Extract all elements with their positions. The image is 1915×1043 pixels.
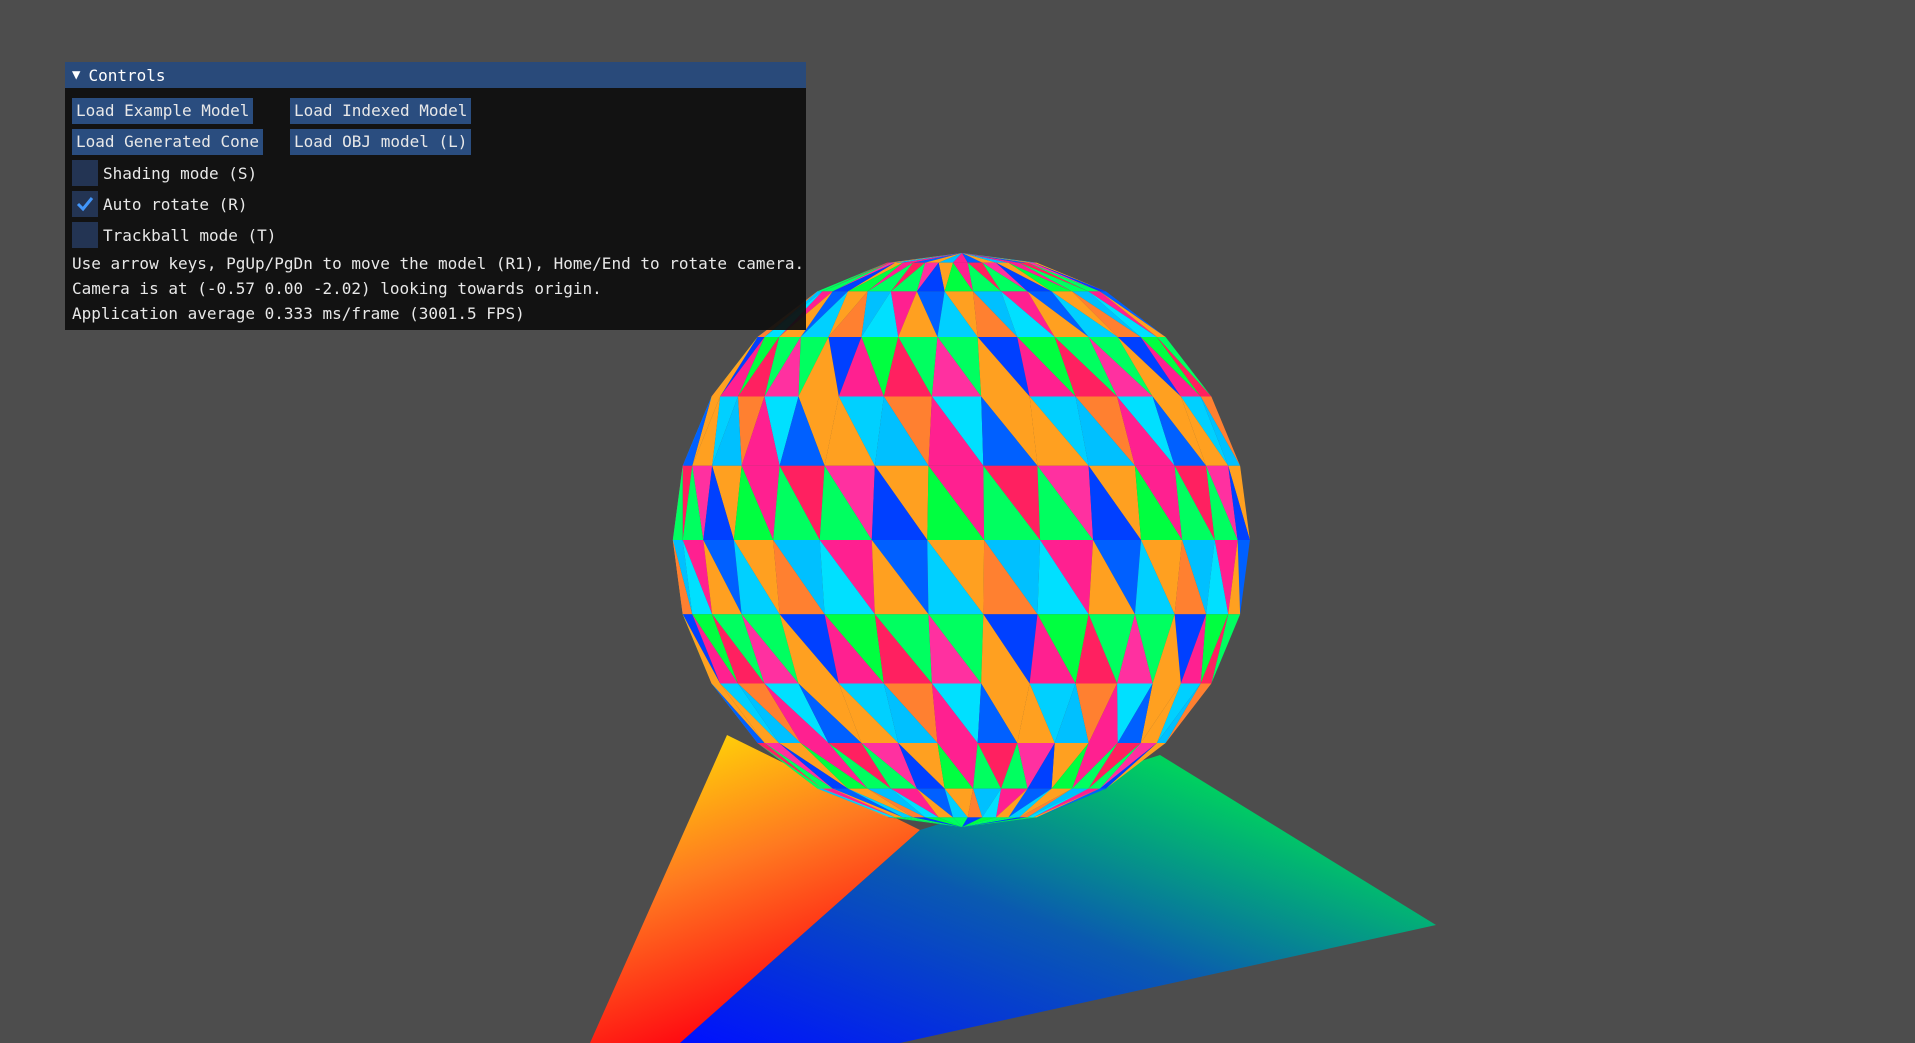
camera-position-text: Camera is at (-0.57 0.00 -2.02) looking … bbox=[72, 279, 602, 298]
controls-window[interactable]: ▼ Controls Load Example Model Load Index… bbox=[65, 62, 806, 330]
fps-text: Application average 0.333 ms/frame (3001… bbox=[72, 304, 525, 323]
render-viewport[interactable]: ▼ Controls Load Example Model Load Index… bbox=[0, 0, 1915, 1043]
controls-title: Controls bbox=[88, 65, 166, 85]
collapse-triangle-icon[interactable]: ▼ bbox=[72, 67, 80, 83]
shading-mode-row[interactable]: Shading mode (S) bbox=[72, 160, 257, 186]
load-indexed-model-button[interactable]: Load Indexed Model bbox=[290, 98, 472, 124]
checkmark-icon bbox=[76, 197, 94, 212]
shading-mode-label: Shading mode (S) bbox=[103, 163, 258, 183]
load-example-model-button[interactable]: Load Example Model bbox=[72, 98, 254, 124]
load-generated-cone-button[interactable]: Load Generated Cone bbox=[72, 129, 264, 155]
trackball-mode-checkbox[interactable] bbox=[72, 222, 98, 248]
auto-rotate-row[interactable]: Auto rotate (R) bbox=[72, 191, 248, 217]
sphere-facet bbox=[672, 465, 683, 540]
auto-rotate-checkbox[interactable] bbox=[72, 191, 98, 217]
shading-mode-checkbox[interactable] bbox=[72, 160, 98, 186]
trackball-mode-row[interactable]: Trackball mode (T) bbox=[72, 222, 276, 248]
auto-rotate-label: Auto rotate (R) bbox=[103, 194, 248, 214]
trackball-mode-label: Trackball mode (T) bbox=[103, 225, 277, 245]
rainbow-sphere bbox=[672, 252, 1250, 828]
load-obj-model-button[interactable]: Load OBJ model (L) bbox=[290, 129, 472, 155]
keys-help-text: Use arrow keys, PgUp/PgDn to move the mo… bbox=[72, 254, 805, 273]
controls-title-bar[interactable]: ▼ Controls bbox=[65, 62, 806, 88]
